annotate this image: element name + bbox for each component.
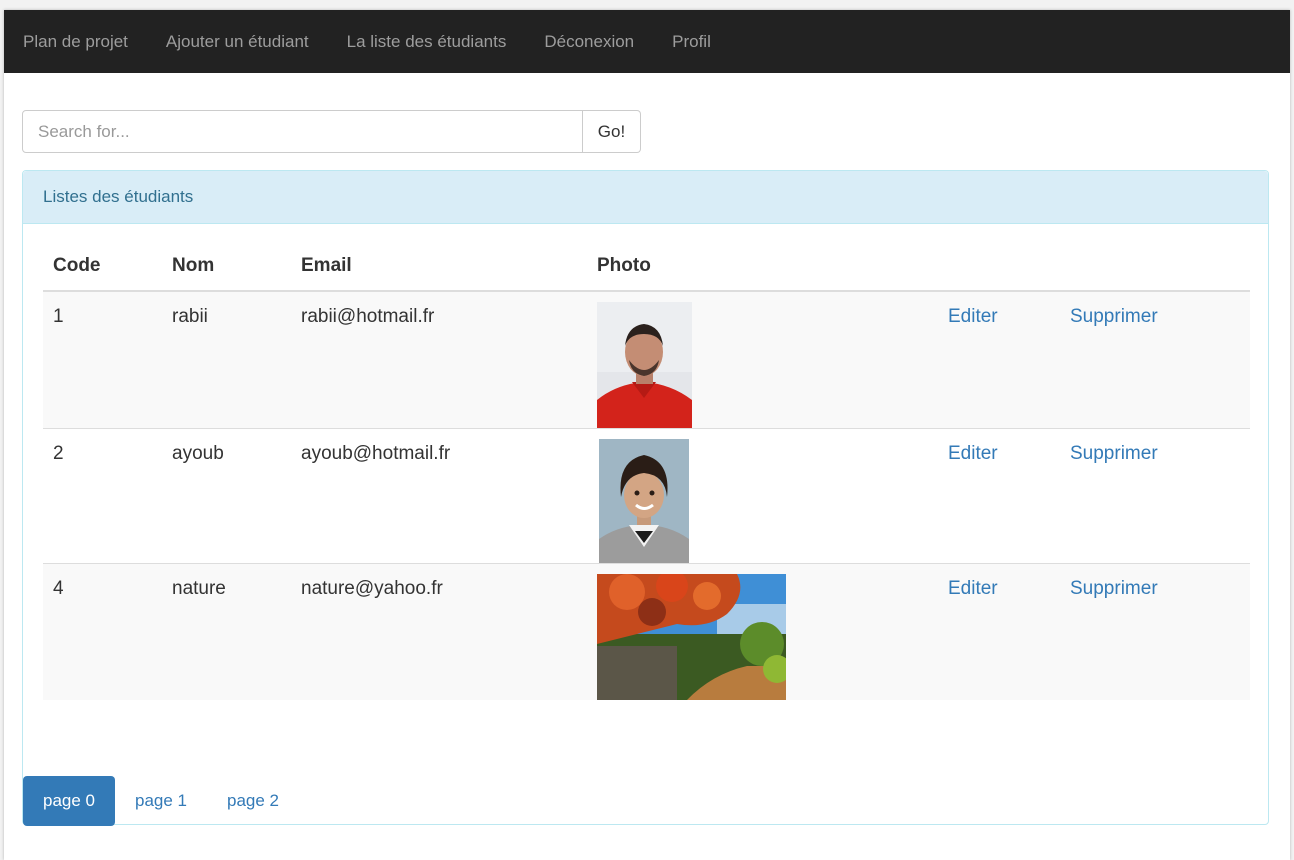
- cell-nom: nature: [162, 563, 291, 700]
- cell-code: 2: [43, 428, 162, 564]
- students-table: Code Nom Email Photo 1 rabii rabii@hotma…: [43, 242, 1250, 700]
- header-code: Code: [43, 242, 162, 292]
- cell-nom: ayoub: [162, 428, 291, 564]
- table-header-row: Code Nom Email Photo: [43, 242, 1250, 292]
- cell-nom: rabii: [162, 291, 291, 429]
- cell-email: rabii@hotmail.fr: [291, 291, 587, 429]
- cell-photo: [587, 291, 938, 429]
- pagination: page 0 page 1 page 2: [23, 776, 299, 826]
- edit-link[interactable]: Editer: [948, 578, 998, 599]
- students-panel: Listes des étudiants Code Nom Email Phot…: [22, 170, 1269, 826]
- cell-photo: [587, 563, 938, 700]
- nav-deconexion[interactable]: Déconexion: [525, 10, 653, 73]
- page-1-link[interactable]: page 1: [115, 776, 207, 826]
- header-nom: Nom: [162, 242, 291, 292]
- top-navbar: Plan de projet Ajouter un étudiant La li…: [4, 10, 1290, 73]
- nav-liste-etudiants[interactable]: La liste des étudiants: [328, 10, 526, 73]
- student-photo-nature: [597, 574, 786, 700]
- page-0-link[interactable]: page 0: [23, 776, 115, 826]
- page-2-link[interactable]: page 2: [207, 776, 299, 826]
- delete-link[interactable]: Supprimer: [1070, 443, 1158, 464]
- header-delete-empty: [1060, 242, 1250, 292]
- student-photo-ayoub: [599, 439, 689, 563]
- table-row: 4 nature nature@yahoo.fr Editer Supprime…: [43, 563, 1250, 700]
- cell-code: 4: [43, 563, 162, 700]
- cell-email: nature@yahoo.fr: [291, 563, 587, 700]
- table-row: 1 rabii rabii@hotmail.fr Editer Supprime…: [43, 291, 1250, 429]
- cell-email: ayoub@hotmail.fr: [291, 428, 587, 564]
- students-table-container: Code Nom Email Photo 1 rabii rabii@hotma…: [43, 242, 1250, 700]
- cell-photo: [587, 428, 938, 564]
- table-row: 2 ayoub ayoub@hotmail.fr Editer Supprime…: [43, 428, 1250, 564]
- student-photo-rabii: [597, 302, 692, 428]
- header-photo: Photo: [587, 242, 938, 292]
- header-edit-empty: [938, 242, 1060, 292]
- search-group: Go!: [22, 110, 641, 153]
- header-email: Email: [291, 242, 587, 292]
- panel-title: Listes des étudiants: [23, 171, 1268, 224]
- edit-link[interactable]: Editer: [948, 306, 998, 327]
- browser-window: Plan de projet Ajouter un étudiant La li…: [4, 10, 1290, 860]
- nav-ajouter-etudiant[interactable]: Ajouter un étudiant: [147, 10, 328, 73]
- delete-link[interactable]: Supprimer: [1070, 306, 1158, 327]
- search-input[interactable]: [22, 110, 583, 153]
- cell-code: 1: [43, 291, 162, 429]
- edit-link[interactable]: Editer: [948, 443, 998, 464]
- nav-profil[interactable]: Profil: [653, 10, 730, 73]
- delete-link[interactable]: Supprimer: [1070, 578, 1158, 599]
- nav-plan-de-projet[interactable]: Plan de projet: [4, 10, 147, 73]
- search-go-button[interactable]: Go!: [583, 110, 641, 153]
